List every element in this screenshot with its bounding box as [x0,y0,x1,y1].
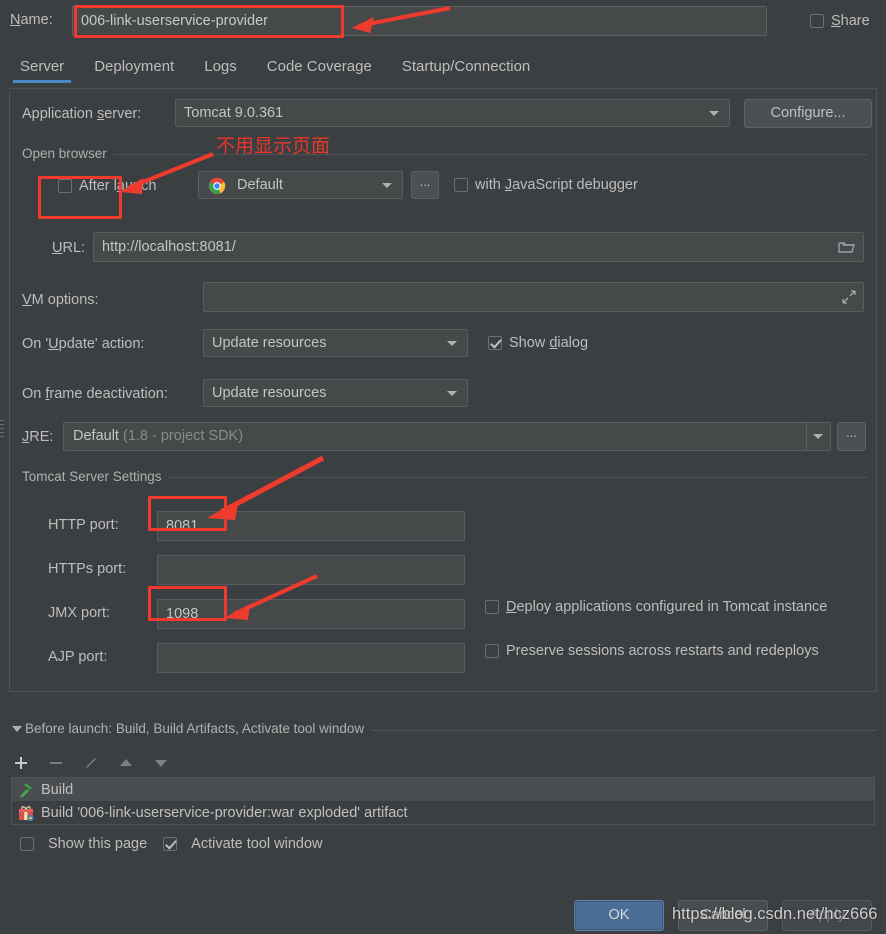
ajp-port-label: AJP port: [48,649,108,665]
tab-deployment[interactable]: Deployment [92,54,176,83]
on-frame-deactivation-value: Update resources [212,385,327,401]
before-launch-toolbar[interactable] [12,748,212,778]
activate-tool-window-checkbox[interactable] [163,837,178,851]
jmx-port-value: 1098 [166,606,199,622]
run-configuration-dialog: Name: 006-link-userservice-provider Shar… [0,0,886,934]
jmx-port-label: JMX port: [48,605,111,621]
move-up-icon [120,759,132,766]
jre-label: JRE: [22,429,54,445]
tab-logs[interactable]: Logs [202,54,239,83]
show-this-page-checkbox[interactable] [20,837,34,851]
tomcat-server-settings-group: Tomcat Server Settings HTTP port: 8081 H… [22,469,867,674]
activate-tool-window-checkbox-row[interactable]: Activate tool window [163,836,323,852]
url-value: http://localhost:8081/ [102,239,236,255]
before-launch-header[interactable]: Before launch: Build, Build Artifacts, A… [9,720,877,744]
annotation-chinese-note: 不用显示页面 [216,135,331,157]
js-debugger-checkbox[interactable] [454,178,468,192]
chevron-down-icon [813,434,823,439]
chevron-down-icon [382,183,392,188]
tab-code-coverage[interactable]: Code Coverage [265,54,374,83]
jre-ellipsis-button[interactable]: ... [837,422,866,451]
show-this-page-checkbox-row[interactable]: Show this page [20,836,147,852]
before-launch-footer: Show this page Activate tool window [20,833,323,855]
hammer-icon [20,782,32,798]
left-scroll-indicator[interactable] [0,420,4,440]
jre-value-sub: (1.8 - project SDK) [122,428,244,444]
list-item[interactable]: Build [12,778,874,801]
preserve-sessions-checkbox-row[interactable]: Preserve sessions across restarts and re… [485,643,819,659]
application-server-value: Tomcat 9.0.361 [184,105,284,121]
annotation-arrow-jmx-port [224,574,318,620]
deploy-applications-checkbox[interactable] [485,600,499,614]
vm-options-input[interactable] [203,282,864,312]
annotation-arrow-http-port [207,455,325,520]
tab-bar[interactable]: Server Deployment Logs Code Coverage Sta… [0,54,886,88]
folder-icon[interactable] [838,240,855,255]
edit-icon [86,758,96,768]
on-frame-deactivation-combo[interactable]: Update resources [203,379,468,407]
before-launch-list[interactable]: Build Build '006-link-userservice-provid… [11,777,875,825]
jre-value: Default [73,428,119,444]
show-this-page-label: Show this page [48,836,148,852]
open-browser-legend: Open browser [22,146,113,161]
browser-ellipsis-button[interactable]: ... [411,171,439,199]
share-checkbox[interactable] [810,14,824,28]
jre-value-group: Default (1.8 - project SDK) [73,428,243,444]
remove-icon [50,762,62,764]
after-launch-checkbox[interactable] [58,179,72,193]
add-icon[interactable] [12,754,30,772]
js-debugger-label: with JavaScript debugger [475,177,638,193]
https-port-label: HTTPs port: [48,561,127,577]
js-debugger-checkbox-row[interactable]: with JavaScript debugger [454,177,638,193]
browser-combo[interactable]: Default [198,171,403,199]
vm-options-label: VM options: [22,292,99,308]
watermark-text: https://blog.csdn.net/hcz666 [672,905,878,923]
list-item-label: Build [41,781,74,798]
on-update-action-combo[interactable]: Update resources [203,329,468,357]
ajp-port-row: AJP port: [22,643,482,673]
browser-value: Default [237,177,283,193]
share-checkbox-row[interactable]: Share [810,13,870,29]
application-server-label: Application server: [22,106,142,122]
name-label: Name: [10,12,53,28]
application-server-combo[interactable]: Tomcat 9.0.361 [175,99,730,127]
configure-button[interactable]: Configure... [744,99,872,128]
ok-button[interactable]: OK [574,900,664,931]
on-update-action-label: On 'Update' action: [22,336,145,352]
url-label: URL: [52,240,86,256]
ajp-port-input[interactable] [157,643,465,673]
list-item-label: Build '006-link-userservice-provider:war… [41,804,408,821]
on-update-action-value: Update resources [212,335,327,351]
annotation-arrow-after-launch [120,152,214,194]
preserve-sessions-checkbox[interactable] [485,644,499,658]
url-input[interactable]: http://localhost:8081/ [93,232,864,262]
list-item[interactable]: Build '006-link-userservice-provider:war… [12,801,874,824]
expand-icon[interactable] [842,290,856,304]
chevron-down-icon [447,341,457,346]
collapse-triangle-icon[interactable] [12,726,22,732]
show-dialog-checkbox-row[interactable]: Show dialog [488,335,588,351]
annotation-arrow-name [352,6,451,33]
jre-combo[interactable]: Default (1.8 - project SDK) [63,422,831,451]
artifact-icon [19,805,34,821]
http-port-value: 8081 [166,518,199,534]
activate-tool-window-label: Activate tool window [191,836,323,852]
preserve-sessions-label: Preserve sessions across restarts and re… [506,643,819,659]
share-label: Share [831,13,870,29]
show-dialog-label: Show dialog [509,335,589,351]
show-dialog-checkbox[interactable] [488,336,502,350]
deploy-applications-checkbox-row[interactable]: Deploy applications configured in Tomcat… [485,599,827,615]
tab-startup-connection[interactable]: Startup/Connection [400,54,532,83]
on-frame-deactivation-label: On frame deactivation: [22,386,168,402]
jre-dropdown-button[interactable] [806,423,830,450]
http-port-label: HTTP port: [48,517,119,533]
tab-server[interactable]: Server [12,54,72,83]
chevron-down-icon [447,391,457,396]
before-launch-title: Before launch: Build, Build Artifacts, A… [25,721,372,736]
move-down-icon [155,760,167,767]
chevron-down-icon [709,111,719,116]
tomcat-settings-legend: Tomcat Server Settings [22,469,168,484]
deploy-applications-label: Deploy applications configured in Tomcat… [506,599,828,615]
